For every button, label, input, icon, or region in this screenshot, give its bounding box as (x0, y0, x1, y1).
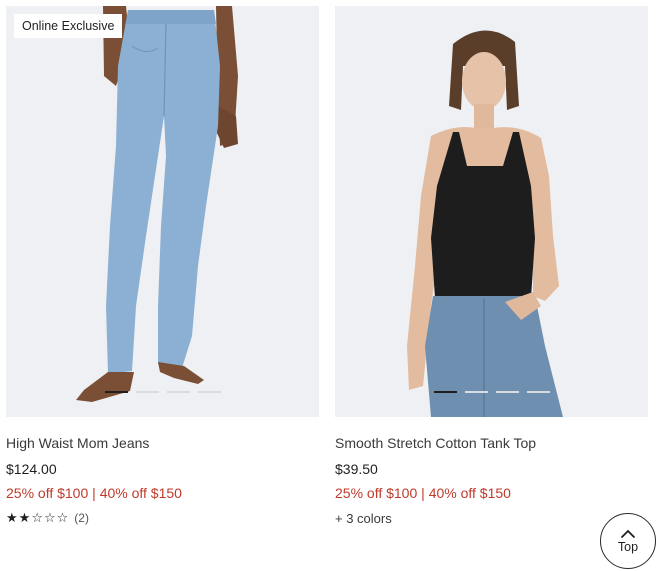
promo-tier-2: 40% off $150 (428, 485, 511, 501)
carousel-dot-2[interactable] (464, 391, 488, 393)
product-price: $39.50 (335, 461, 378, 477)
online-exclusive-badge: Online Exclusive (14, 14, 123, 38)
carousel-dot-4[interactable] (526, 391, 550, 393)
carousel-dot-2[interactable] (135, 391, 159, 393)
star-empty-icon: ☆ (43, 510, 56, 525)
product-price: $124.00 (6, 461, 57, 477)
carousel-dot-1[interactable] (433, 391, 457, 393)
product-card-high-waist-mom-jeans[interactable]: Online Exclusive High Waist Mom Jeans $1… (6, 6, 319, 525)
promo-separator: | (92, 485, 96, 501)
star-filled-icon: ★ (18, 510, 31, 525)
product-card-smooth-stretch-cotton-tank-top[interactable]: Smooth Stretch Cotton Tank Top $39.50 25… (335, 6, 648, 527)
back-to-top-label: Top (617, 539, 639, 554)
carousel-dot-3[interactable] (495, 391, 519, 393)
product-photo-jeans (6, 6, 319, 417)
product-name[interactable]: Smooth Stretch Cotton Tank Top (335, 435, 648, 452)
back-to-top-button[interactable]: Top (600, 513, 656, 569)
carousel-dot-1[interactable] (104, 391, 128, 393)
more-colors-link[interactable]: + 3 colors (335, 511, 648, 527)
star-empty-icon: ☆ (31, 510, 43, 525)
star-filled-icon: ★ (6, 510, 18, 525)
product-image[interactable] (335, 6, 648, 417)
product-photo-tank-top (335, 6, 648, 417)
promo-tier-1: 25% off $100 (6, 485, 89, 501)
promo-tier-2: 40% off $150 (99, 485, 182, 501)
promo-separator: | (421, 485, 425, 501)
product-name[interactable]: High Waist Mom Jeans (6, 435, 319, 452)
image-carousel-dots (335, 391, 648, 393)
carousel-dot-3[interactable] (166, 391, 190, 393)
chevron-up-icon (620, 529, 636, 538)
promo-tier-1: 25% off $100 (335, 485, 418, 501)
carousel-dot-4[interactable] (197, 391, 221, 393)
star-empty-icon: ☆ (56, 510, 69, 525)
promo-text: 25% off $100 | 40% off $150 (335, 485, 648, 502)
image-carousel-dots (6, 391, 319, 393)
product-image[interactable]: Online Exclusive (6, 6, 319, 417)
promo-text: 25% off $100 | 40% off $150 (6, 485, 319, 502)
star-rating[interactable]: ★ ★ ☆ ☆ ☆ (2) (6, 510, 319, 526)
review-count: (2) (74, 511, 89, 525)
